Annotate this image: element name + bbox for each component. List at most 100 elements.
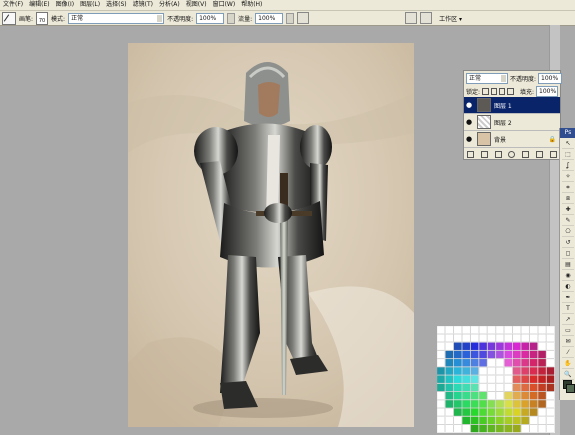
eyedropper-tool-icon[interactable]: ⁄ (562, 348, 574, 358)
menu-edit[interactable]: 编辑(E) (26, 0, 52, 10)
menu-file[interactable]: 文件(F) (0, 0, 26, 10)
menu-layer[interactable]: 图层(L) (77, 0, 103, 10)
color-swatch (445, 334, 454, 343)
opacity-input[interactable]: 100% (196, 12, 225, 24)
brush-tool-icon[interactable]: ✎ (562, 216, 574, 226)
opacity-slider-button[interactable] (227, 12, 236, 24)
dodge-tool-icon[interactable]: ◐ (562, 282, 574, 292)
color-swatch (546, 416, 555, 425)
color-swatch (487, 383, 496, 392)
lasso-tool-icon[interactable]: ʆ (562, 161, 574, 171)
visibility-eye-icon[interactable]: ● (464, 114, 474, 130)
color-swatch (436, 367, 445, 375)
color-swatch (453, 424, 462, 433)
layer-row-background[interactable]: ● 背景 🔒 (464, 131, 560, 148)
palette-well-icon[interactable] (405, 12, 418, 24)
lock-all-icon[interactable] (507, 88, 514, 95)
marquee-tool-icon[interactable]: ⬚ (562, 150, 574, 160)
delete-layer-icon[interactable] (549, 150, 557, 158)
lock-icon: 🔒 (548, 135, 556, 143)
clone-stamp-tool-icon[interactable]: ⎔ (562, 227, 574, 237)
opacity-label: 不透明度: (167, 15, 194, 23)
menu-select[interactable]: 选择(S) (103, 0, 130, 10)
menu-filter[interactable]: 滤镜(T) (130, 0, 156, 10)
link-layers-icon[interactable] (467, 150, 475, 158)
lock-transparent-icon[interactable] (482, 88, 489, 95)
color-swatch (470, 424, 479, 433)
color-swatch (504, 383, 513, 392)
color-swatch (462, 399, 471, 408)
layer-style-icon[interactable] (481, 150, 489, 158)
color-swatch (546, 358, 555, 367)
document-canvas[interactable] (128, 43, 414, 427)
hand-tool-icon[interactable]: ✋ (562, 359, 574, 369)
color-swatch (470, 408, 479, 417)
lock-move-icon[interactable] (499, 88, 506, 95)
document-icon[interactable] (420, 12, 433, 24)
notes-tool-icon[interactable]: ✉ (562, 337, 574, 347)
background-color-swatch[interactable] (566, 384, 575, 393)
color-swatch (495, 334, 504, 343)
tool-preset-picker[interactable] (2, 11, 16, 25)
layer-opacity-input[interactable]: 100% (538, 73, 563, 84)
color-swatch (470, 416, 479, 425)
color-swatch-grid[interactable] (436, 325, 555, 433)
adjustment-layer-icon[interactable] (508, 150, 516, 158)
visibility-eye-icon[interactable]: ● (464, 97, 474, 113)
blend-mode-select[interactable]: 正常 (466, 73, 508, 84)
layer-mask-icon[interactable] (494, 150, 502, 158)
color-swatch (445, 325, 454, 334)
color-swatch (521, 408, 530, 417)
new-group-icon[interactable] (522, 150, 530, 158)
color-swatch (546, 342, 555, 351)
flow-label: 流量: (238, 15, 253, 23)
brush-picker[interactable]: 70 (36, 11, 49, 25)
airbrush-icon[interactable] (297, 12, 310, 24)
blur-tool-icon[interactable]: ◉ (562, 271, 574, 281)
layer-name: 图层 2 (494, 119, 512, 127)
flow-slider-button[interactable] (286, 12, 295, 24)
flow-input[interactable]: 100% (255, 12, 284, 24)
fill-input[interactable]: 100% (536, 86, 558, 97)
layer-name: 背景 (494, 136, 507, 144)
color-swatch (546, 375, 555, 384)
lock-paint-icon[interactable] (490, 88, 497, 95)
color-swatch (445, 408, 454, 417)
menu-view[interactable]: 视图(V) (183, 0, 210, 10)
menu-image[interactable]: 图像(I) (53, 0, 77, 10)
slice-tool-icon[interactable]: ⧈ (562, 194, 574, 204)
menu-analysis[interactable]: 分析(A) (156, 0, 183, 10)
healing-tool-icon[interactable]: ✚ (562, 205, 574, 215)
color-swatch (537, 358, 547, 367)
layers-lock-row: 锁定: 填充: 100% (466, 86, 558, 97)
menu-window[interactable]: 窗口(W) (210, 0, 239, 10)
eraser-tool-icon[interactable]: ◻ (562, 249, 574, 259)
color-swatch (537, 342, 547, 351)
crop-tool-icon[interactable]: ⌗ (562, 183, 574, 193)
menu-help[interactable]: 帮助(H) (238, 0, 265, 10)
shape-tool-icon[interactable]: ▭ (562, 326, 574, 336)
color-swatch (537, 375, 547, 384)
workspace-button[interactable]: 工作区 ▾ (439, 14, 462, 23)
color-swatch (521, 391, 530, 400)
history-brush-tool-icon[interactable]: ↺ (562, 238, 574, 248)
color-swatch (504, 424, 513, 433)
zoom-tool-icon[interactable]: 🔍 (562, 370, 574, 380)
color-swatch (436, 334, 445, 343)
path-select-tool-icon[interactable]: ↗ (562, 315, 574, 325)
pen-tool-icon[interactable]: ✒ (562, 293, 574, 303)
color-swatch (529, 408, 538, 417)
layer-row-2[interactable]: ● 图层 2 (464, 114, 560, 131)
color-swatch (495, 399, 504, 408)
type-tool-icon[interactable]: T (562, 304, 574, 314)
move-tool-icon[interactable]: ↖ (562, 139, 574, 149)
gradient-tool-icon[interactable]: ▤ (562, 260, 574, 270)
visibility-eye-icon[interactable]: ● (464, 131, 474, 147)
mode-select[interactable]: 正常 (68, 12, 165, 24)
layer-row-1[interactable]: ● 图层 1 (464, 97, 560, 114)
color-swatch (453, 334, 462, 343)
color-swatch (470, 367, 479, 375)
color-swatch (445, 358, 454, 367)
magic-wand-tool-icon[interactable]: ✧ (562, 172, 574, 182)
new-layer-icon[interactable] (535, 150, 543, 158)
